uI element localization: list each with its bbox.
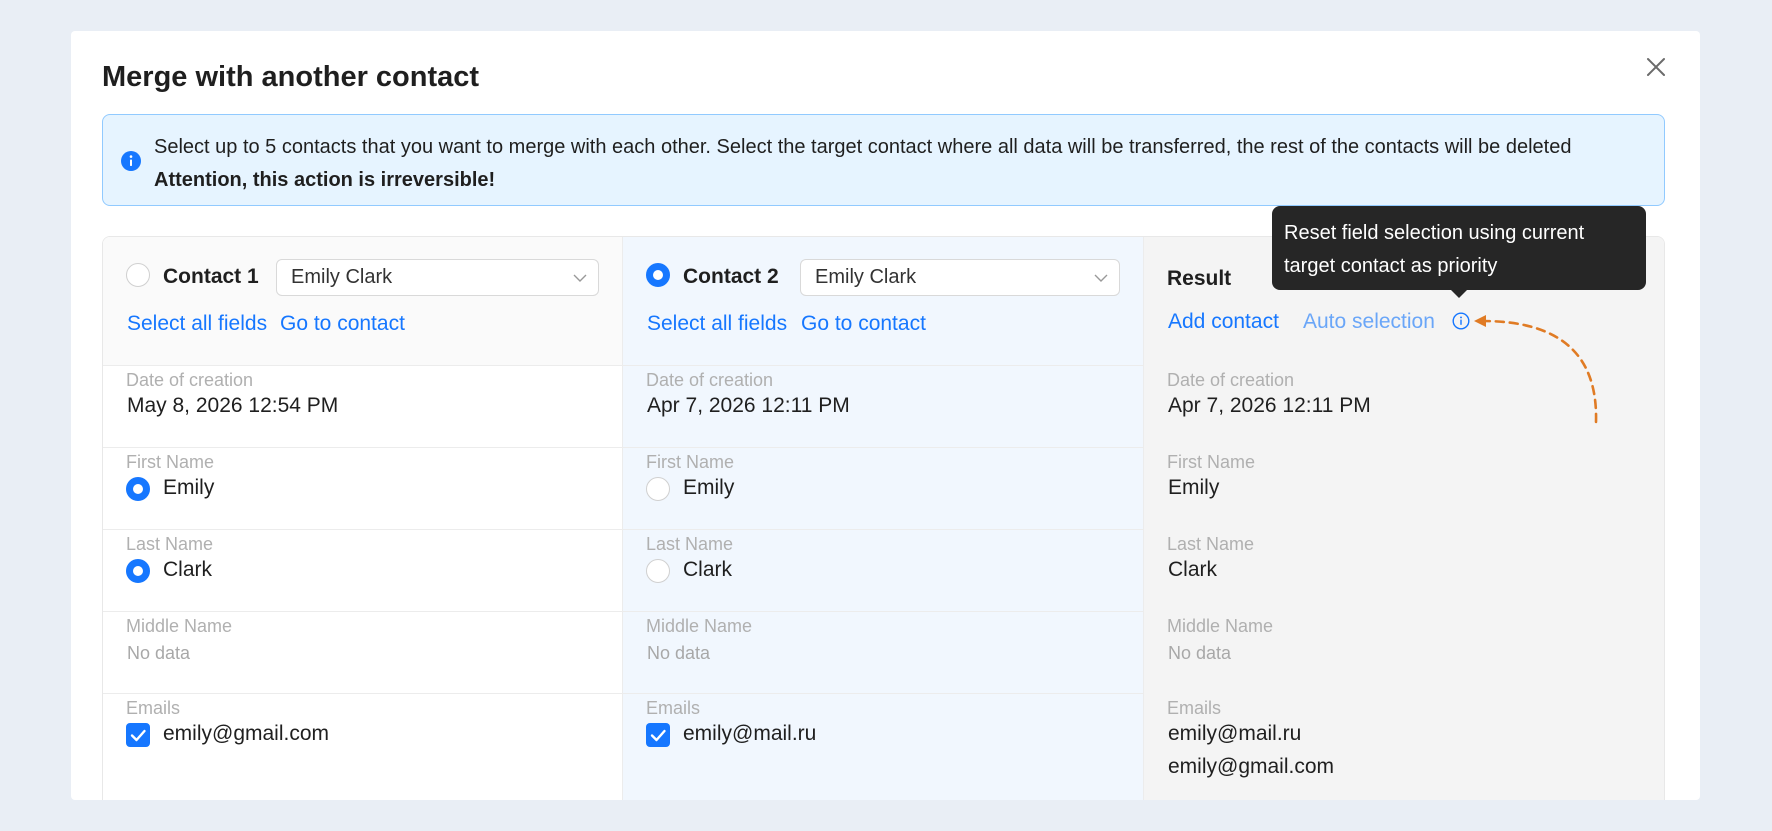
email-value: emily@mail.ru [683, 722, 817, 745]
field-label: First Name [1167, 452, 1256, 472]
field-label: First Name [646, 452, 735, 472]
contact-1-select-value: Emily Clark [291, 266, 393, 288]
contact-column-1: Contact 1 Emily Clark Select all fields … [103, 237, 623, 800]
result-title: Result [1167, 267, 1232, 290]
email-value: emily@gmail.com [163, 722, 330, 745]
field-value: No data [647, 643, 711, 663]
info-warning: Attention, this action is irreversible! [154, 169, 496, 191]
info-message: Select up to 5 contacts that you want to… [154, 136, 1572, 158]
contact-1-label: Contact 1 [163, 265, 259, 288]
contact-1-select[interactable]: Emily Clark [276, 259, 599, 296]
first-name-row: First Name Emily [623, 448, 1143, 530]
target-radio-contact-2[interactable] [646, 263, 670, 287]
last-name-row: Last Name Clark [103, 530, 622, 612]
email-checkbox[interactable] [126, 723, 150, 747]
contact-2-select[interactable]: Emily Clark [800, 259, 1120, 296]
field-label: Date of creation [1167, 370, 1295, 390]
field-label: Emails [1167, 698, 1222, 718]
date-row: Date of creation Apr 7, 2026 12:11 PM [623, 366, 1143, 448]
field-label: Last Name [1167, 534, 1255, 554]
merge-grid: Contact 1 Emily Clark Select all fields … [102, 236, 1665, 800]
field-radio[interactable] [126, 477, 150, 501]
chevron-down-icon [1093, 270, 1109, 286]
tooltip-arrow [1450, 289, 1468, 298]
info-text: Select up to 5 contacts that you want to… [154, 131, 1571, 197]
field-label: Middle Name [1167, 616, 1274, 636]
contact-1-header: Contact 1 Emily Clark Select all fields … [103, 237, 622, 366]
target-radio-contact-1[interactable] [126, 263, 150, 287]
first-name-row: First Name Emily [103, 448, 622, 530]
last-name-row: Last Name Clark [623, 530, 1143, 612]
field-value: No data [127, 643, 191, 663]
info-icon [121, 151, 141, 171]
email-checkbox[interactable] [646, 723, 670, 747]
field-value: Emily [1168, 476, 1220, 499]
annotation-arrow [1474, 315, 1598, 424]
select-all-fields-link[interactable]: Select all fields [647, 312, 787, 336]
field-label: Date of creation [126, 370, 254, 390]
field-value: Clark [1168, 558, 1218, 581]
select-all-fields-link[interactable]: Select all fields [127, 312, 267, 336]
last-name-row: Last Name Clark [1144, 530, 1664, 612]
field-value: No data [1168, 643, 1232, 663]
middle-name-row: Middle Name No data [623, 612, 1143, 694]
field-radio[interactable] [646, 559, 670, 583]
emails-row: Emails emily@mail.ru emily@gmail.com [1144, 694, 1664, 800]
first-name-row: First Name Emily [1144, 448, 1664, 530]
field-label: First Name [126, 452, 215, 472]
add-contact-link[interactable]: Add contact [1168, 310, 1279, 334]
go-to-contact-link[interactable]: Go to contact [801, 312, 926, 336]
email-value: emily@gmail.com [1168, 755, 1335, 778]
date-row: Date of creation May 8, 2026 12:54 PM [103, 366, 622, 448]
check-icon [650, 729, 666, 742]
field-label: Middle Name [646, 616, 753, 636]
emails-row: Emails emily@mail.ru [623, 694, 1143, 800]
field-label: Date of creation [646, 370, 774, 390]
merge-dialog: Merge with another contact Select up to … [71, 31, 1700, 800]
close-button[interactable] [1642, 53, 1670, 81]
auto-selection-tooltip: Reset field selection using current targ… [1272, 206, 1646, 290]
auto-selection-link[interactable]: Auto selection [1303, 310, 1435, 334]
field-value: Apr 7, 2026 12:11 PM [647, 394, 850, 417]
contact-2-label: Contact 2 [683, 265, 779, 288]
contact-2-header: Contact 2 Emily Clark Select all fields … [623, 237, 1143, 366]
field-value: Apr 7, 2026 12:11 PM [1168, 394, 1371, 417]
check-icon [130, 729, 146, 742]
field-value: Clark [683, 558, 733, 581]
chevron-down-icon [572, 270, 588, 286]
field-value: Emily [683, 476, 735, 499]
field-value: Emily [163, 476, 215, 499]
contact-column-2: Contact 2 Emily Clark Select all fields … [623, 237, 1144, 800]
contact-2-select-value: Emily Clark [815, 266, 917, 288]
close-icon [1647, 58, 1665, 76]
field-label: Last Name [126, 534, 214, 554]
field-value: May 8, 2026 12:54 PM [127, 394, 339, 417]
info-banner: Select up to 5 contacts that you want to… [102, 114, 1665, 206]
field-radio[interactable] [646, 477, 670, 501]
emails-row: Emails emily@gmail.com [103, 694, 622, 800]
field-label: Last Name [646, 534, 734, 554]
field-label: Emails [646, 698, 701, 718]
field-label: Emails [126, 698, 181, 718]
go-to-contact-link[interactable]: Go to contact [280, 312, 405, 336]
middle-name-row: Middle Name No data [1144, 612, 1664, 694]
field-radio[interactable] [126, 559, 150, 583]
info-outline-icon[interactable] [1452, 312, 1470, 330]
dialog-title: Merge with another contact [102, 61, 480, 93]
field-label: Middle Name [126, 616, 233, 636]
middle-name-row: Middle Name No data [103, 612, 622, 694]
email-value: emily@mail.ru [1168, 722, 1302, 745]
field-value: Clark [163, 558, 213, 581]
